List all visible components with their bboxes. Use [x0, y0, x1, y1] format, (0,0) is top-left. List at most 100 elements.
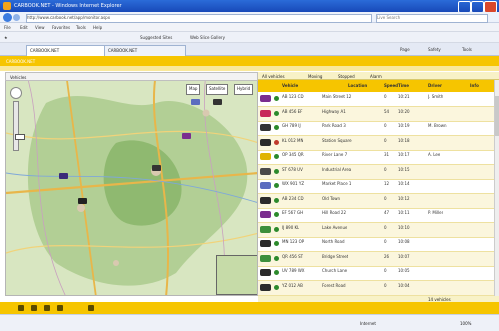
overview-minimap[interactable]	[216, 255, 257, 295]
vehicle-marker[interactable]	[191, 99, 200, 105]
refresh-icon[interactable]	[18, 305, 24, 311]
table-row[interactable]: ST 678 UV Industrial Area 0 10:15	[258, 164, 494, 180]
link-web-slice-gallery[interactable]: Web Slice Gallery	[190, 35, 225, 40]
table-row[interactable]: AB 123 CD Main Street 12 0 10:21 J. Smith	[258, 92, 494, 107]
table-row[interactable]: YZ 012 AB Forest Road 0 10:04	[258, 280, 494, 296]
cell-speed: 0	[384, 137, 387, 143]
vehicle-icon	[260, 211, 271, 218]
menu-favorites[interactable]: Favorites	[52, 25, 70, 30]
table-row[interactable]: GH 789 IJ Park Road 3 0 10:19 M. Brown	[258, 121, 494, 136]
vehicle-marker[interactable]	[59, 173, 68, 179]
table-row[interactable]: AB 456 EF Highway A1 54 10:20	[258, 106, 494, 122]
zoom-slider[interactable]	[13, 101, 25, 151]
tab-bar: CARBOOK.NET CARBOOK.NET Page Safety Tool…	[0, 43, 499, 60]
link-suggested-sites[interactable]: Suggested Sites	[140, 35, 172, 40]
filter-stopped[interactable]: Stopped	[338, 74, 355, 79]
menu-edit[interactable]: Edit	[20, 25, 28, 30]
zoom-control[interactable]	[10, 87, 25, 157]
cell-vehicle[interactable]: QR 456 ST	[282, 254, 303, 259]
favorites-star-icon[interactable]: ★	[4, 35, 8, 40]
url-field[interactable]: http://www.carbook.net/app/monitor.aspx	[26, 14, 372, 23]
table-row[interactable]: UV 789 WX Church Lane 0 10:05	[258, 266, 494, 281]
menu-view[interactable]: View	[35, 25, 45, 30]
status-dot-icon	[274, 168, 279, 174]
map-type-hybrid[interactable]: Hybrid	[234, 84, 254, 95]
vehicle-marker[interactable]	[213, 99, 222, 105]
security-zone: Internet	[360, 321, 376, 326]
cell-location: Highway A1	[322, 108, 346, 114]
cell-vehicle[interactable]: MN 123 OP	[282, 239, 304, 244]
cell-time: 10:20	[398, 108, 410, 114]
table-row[interactable]: AB 234 CD Old Town 0 10:12	[258, 193, 494, 209]
menu-help[interactable]: Help	[93, 25, 102, 30]
filter-all[interactable]: All vehicles	[262, 74, 285, 79]
scrollbar-thumb[interactable]	[495, 96, 499, 136]
status-dot-icon	[274, 270, 279, 275]
help-icon[interactable]	[88, 305, 94, 311]
menu-file[interactable]: File	[4, 25, 11, 30]
table-row[interactable]: MN 123 OP North Road 0 10:08	[258, 237, 494, 252]
cell-vehicle[interactable]: EF 567 GH	[282, 210, 303, 215]
vehicle-icon	[260, 153, 271, 160]
table-row[interactable]: KL 012 MN Station Square 0 10:18	[258, 135, 494, 151]
cell-location: Park Road 3	[322, 123, 346, 128]
export-icon[interactable]	[44, 305, 50, 311]
filter-moving[interactable]: Moving	[308, 74, 322, 79]
table-row[interactable]: IJ 890 KL Lake Avenue 0 10:10	[258, 222, 494, 238]
vehicle-icon	[260, 167, 271, 175]
cell-speed: 54	[384, 108, 390, 114]
map-view[interactable]: Map Satellite Hybrid	[5, 72, 258, 296]
cell-vehicle[interactable]: GH 789 IJ	[282, 123, 301, 128]
search-input[interactable]: Live Search	[376, 14, 488, 23]
table-row[interactable]: WX 901 YZ Market Place 1 12 10:14	[258, 179, 494, 194]
vehicle-icon	[260, 283, 271, 291]
back-button[interactable]	[3, 13, 12, 22]
cell-time: 10:19	[398, 123, 410, 128]
vehicle-marker[interactable]	[152, 165, 161, 171]
zoom-level[interactable]: 100%	[460, 321, 471, 326]
tools-menu[interactable]: Tools	[462, 47, 472, 52]
cell-time: 10:12	[398, 195, 410, 201]
vehicle-marker[interactable]	[182, 133, 191, 139]
map-type-map[interactable]: Map	[186, 84, 201, 95]
favorites-bar: ★ Suggested Sites Web Slice Gallery	[0, 32, 499, 43]
cell-vehicle[interactable]: WX 901 YZ	[282, 181, 304, 186]
table-row[interactable]: EF 567 GH Hill Road 22 47 10:11 P. Miller	[258, 208, 494, 223]
filter-alarm[interactable]: Alarm	[370, 74, 382, 79]
menu-tools[interactable]: Tools	[76, 25, 86, 30]
cell-vehicle[interactable]: YZ 012 AB	[282, 283, 303, 288]
cell-speed: 31	[384, 152, 390, 157]
status-dot-icon	[274, 154, 279, 159]
cell-vehicle[interactable]: ST 678 UV	[282, 167, 303, 172]
safety-menu[interactable]: Safety	[428, 47, 441, 52]
col-speed[interactable]: Speed	[384, 83, 398, 88]
map-type-satellite[interactable]: Satellite	[206, 84, 229, 95]
cell-location: Industrial Area	[322, 166, 352, 172]
forward-button[interactable]	[13, 14, 20, 21]
zoom-slider-knob[interactable]	[15, 134, 25, 140]
cell-location: Lake Avenue	[322, 224, 348, 230]
cell-vehicle[interactable]: AB 234 CD	[282, 196, 304, 201]
cell-location: North Road	[322, 239, 345, 244]
col-driver[interactable]: Driver	[428, 83, 442, 88]
col-info[interactable]: Info	[470, 83, 479, 88]
cell-vehicle[interactable]: AB 123 CD	[282, 94, 304, 99]
table-scrollbar[interactable]	[494, 80, 499, 296]
pan-control[interactable]	[10, 87, 22, 99]
cell-vehicle[interactable]: OP 345 QR	[282, 152, 304, 157]
cell-speed: 0	[384, 268, 387, 273]
settings-icon[interactable]	[57, 305, 63, 311]
col-location[interactable]: Location	[348, 83, 367, 88]
vehicle-marker[interactable]	[78, 198, 87, 204]
cell-vehicle[interactable]: IJ 890 KL	[282, 225, 299, 230]
col-vehicle[interactable]: Vehicle	[282, 83, 298, 88]
cell-vehicle[interactable]: KL 012 MN	[282, 138, 303, 143]
table-row[interactable]: OP 345 QR River Lane 7 31 10:17 A. Lee	[258, 150, 494, 165]
col-time[interactable]: Time	[398, 83, 409, 88]
table-row[interactable]: QR 456 ST Bridge Street 26 10:07	[258, 251, 494, 267]
cell-location: Station Square	[322, 137, 352, 143]
page-menu[interactable]: Page	[400, 47, 410, 52]
cell-vehicle[interactable]: UV 789 WX	[282, 268, 305, 273]
cell-vehicle[interactable]: AB 456 EF	[282, 109, 303, 114]
print-icon[interactable]	[31, 305, 37, 311]
